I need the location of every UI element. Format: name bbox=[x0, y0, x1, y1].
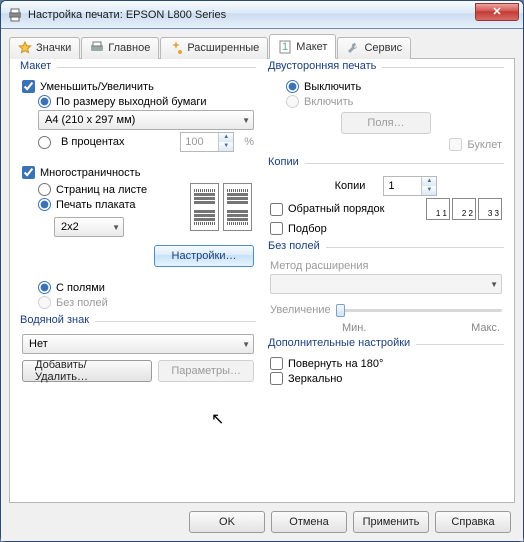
booklet-checkbox bbox=[449, 138, 462, 151]
close-button[interactable]: ✕ bbox=[475, 3, 519, 21]
enlarge-label: Увеличение bbox=[270, 304, 331, 316]
ok-button[interactable]: OK bbox=[189, 511, 265, 533]
pages-per-sheet-label: Страниц на листе bbox=[56, 184, 147, 196]
percent-label: В процентах bbox=[61, 136, 125, 148]
group-legend: Копии bbox=[268, 156, 305, 168]
booklet-label: Буклет bbox=[467, 139, 502, 151]
duplex-on-radio bbox=[286, 95, 299, 108]
multipage-preview bbox=[188, 181, 254, 233]
poster-size-select[interactable]: 2x2▼ bbox=[54, 217, 124, 237]
client-area: Значки Главное Расширенные 1Макет Сервис… bbox=[1, 29, 523, 541]
slider-min-label: Мин. bbox=[342, 322, 366, 334]
tab-panel-layout: Макет Уменьшить/Увеличить По размеру вых… bbox=[9, 58, 515, 503]
poster-radio[interactable] bbox=[38, 198, 51, 211]
slider-max-label: Макс. bbox=[471, 322, 500, 334]
chevron-down-icon: ▼ bbox=[112, 223, 120, 232]
group-legend: Макет bbox=[20, 60, 57, 72]
left-column: Макет Уменьшить/Увеличить По размеру вых… bbox=[20, 67, 256, 496]
fit-paper-radio[interactable] bbox=[38, 95, 51, 108]
percent-radio[interactable] bbox=[38, 136, 51, 149]
collate-preview: 1 1 2 2 3 3 bbox=[426, 198, 502, 220]
borderless-radio bbox=[38, 296, 51, 309]
window-title: Настройка печати: EPSON L800 Series bbox=[28, 9, 475, 21]
group-borderless: Без полей Метод расширения ▼ Увеличение … bbox=[268, 247, 504, 338]
watermark-params-button: Параметры… bbox=[158, 360, 254, 382]
reverse-order-label: Обратный порядок bbox=[288, 203, 384, 215]
mirror-label: Зеркально bbox=[288, 373, 342, 385]
spin-up-icon: ▲ bbox=[219, 133, 233, 142]
enlarge-slider bbox=[336, 309, 502, 312]
rotate-180-checkbox[interactable] bbox=[270, 357, 283, 370]
cancel-button[interactable]: Отмена bbox=[271, 511, 347, 533]
copies-spin[interactable]: 1▲▼ bbox=[383, 176, 437, 196]
group-legend: Без полей bbox=[268, 240, 326, 252]
printer-icon bbox=[7, 7, 23, 23]
star-icon bbox=[18, 41, 32, 55]
chevron-down-icon: ▼ bbox=[242, 116, 250, 125]
slider-thumb-icon bbox=[336, 304, 345, 317]
collate-checkbox[interactable] bbox=[270, 222, 283, 235]
borderless-label: Без полей bbox=[56, 297, 108, 309]
page-icon: 1 bbox=[278, 40, 292, 54]
group-legend: Водяной знак bbox=[20, 314, 95, 326]
rotate-180-label: Повернуть на 180° bbox=[288, 358, 383, 370]
duplex-off-label: Выключить bbox=[304, 81, 361, 93]
spin-up-icon[interactable]: ▲ bbox=[422, 177, 436, 186]
expand-method-select: ▼ bbox=[270, 274, 502, 294]
wrench-icon bbox=[346, 41, 360, 55]
output-paper-select[interactable]: A4 (210 x 297 мм)▼ bbox=[38, 110, 254, 130]
fit-paper-label: По размеру выходной бумаги bbox=[56, 96, 207, 108]
with-margins-radio[interactable] bbox=[38, 281, 51, 294]
right-column: Двусторонняя печать Выключить Включить П… bbox=[268, 67, 504, 496]
copies-label: Копии bbox=[335, 180, 366, 192]
collate-label: Подбор bbox=[288, 223, 327, 235]
tab-advanced[interactable]: Расширенные bbox=[160, 37, 268, 59]
group-legend: Дополнительные настройки bbox=[268, 337, 416, 349]
multipage-checkbox[interactable] bbox=[22, 166, 35, 179]
sparkle-icon bbox=[169, 41, 183, 55]
group-copies: Копии Копии1▲▼ Обратный порядок 1 1 2 2 … bbox=[268, 163, 504, 241]
poster-label: Печать плаката bbox=[56, 199, 136, 211]
watermark-select[interactable]: Нет▼ bbox=[22, 334, 254, 354]
multipage-settings-button[interactable]: Настройки… bbox=[154, 245, 254, 267]
spin-down-icon: ▼ bbox=[219, 142, 233, 151]
tabstrip: Значки Главное Расширенные 1Макет Сервис bbox=[9, 35, 515, 59]
printer-icon bbox=[90, 41, 104, 55]
print-settings-window: Настройка печати: EPSON L800 Series ✕ Зн… bbox=[0, 0, 524, 542]
group-legend: Двусторонняя печать bbox=[268, 60, 382, 72]
tab-layout[interactable]: 1Макет bbox=[269, 34, 336, 59]
group-duplex: Двусторонняя печать Выключить Включить П… bbox=[268, 67, 504, 157]
group-layout: Макет Уменьшить/Увеличить По размеру вых… bbox=[20, 67, 256, 315]
with-margins-label: С полями bbox=[56, 282, 105, 294]
group-watermark: Водяной знак Нет▼ Добавить/Удалить… Пара… bbox=[20, 321, 256, 388]
pages-per-sheet-radio[interactable] bbox=[38, 183, 51, 196]
multipage-label: Многостраничность bbox=[40, 167, 140, 179]
duplex-margins-button: Поля… bbox=[341, 112, 431, 134]
mirror-checkbox[interactable] bbox=[270, 372, 283, 385]
expand-method-label: Метод расширения bbox=[270, 260, 368, 272]
chevron-down-icon: ▼ bbox=[490, 280, 498, 289]
duplex-off-radio[interactable] bbox=[286, 80, 299, 93]
dialog-buttons: OK Отмена Применить Справка bbox=[9, 503, 515, 533]
group-extra: Дополнительные настройки Повернуть на 18… bbox=[268, 344, 504, 391]
duplex-on-label: Включить bbox=[304, 96, 353, 108]
reduce-enlarge-checkbox[interactable] bbox=[22, 80, 35, 93]
watermark-add-remove-button[interactable]: Добавить/Удалить… bbox=[22, 360, 152, 382]
tab-main[interactable]: Главное bbox=[81, 37, 159, 59]
chevron-down-icon: ▼ bbox=[242, 340, 250, 349]
tab-icons[interactable]: Значки bbox=[9, 37, 80, 59]
titlebar[interactable]: Настройка печати: EPSON L800 Series ✕ bbox=[1, 1, 523, 29]
reverse-order-checkbox[interactable] bbox=[270, 203, 283, 216]
spin-down-icon[interactable]: ▼ bbox=[422, 186, 436, 195]
reduce-enlarge-label: Уменьшить/Увеличить bbox=[40, 81, 154, 93]
svg-text:1: 1 bbox=[282, 41, 288, 53]
percent-spin: 100▲▼ bbox=[180, 132, 234, 152]
apply-button[interactable]: Применить bbox=[353, 511, 429, 533]
help-button[interactable]: Справка bbox=[435, 511, 511, 533]
tab-service[interactable]: Сервис bbox=[337, 37, 411, 59]
